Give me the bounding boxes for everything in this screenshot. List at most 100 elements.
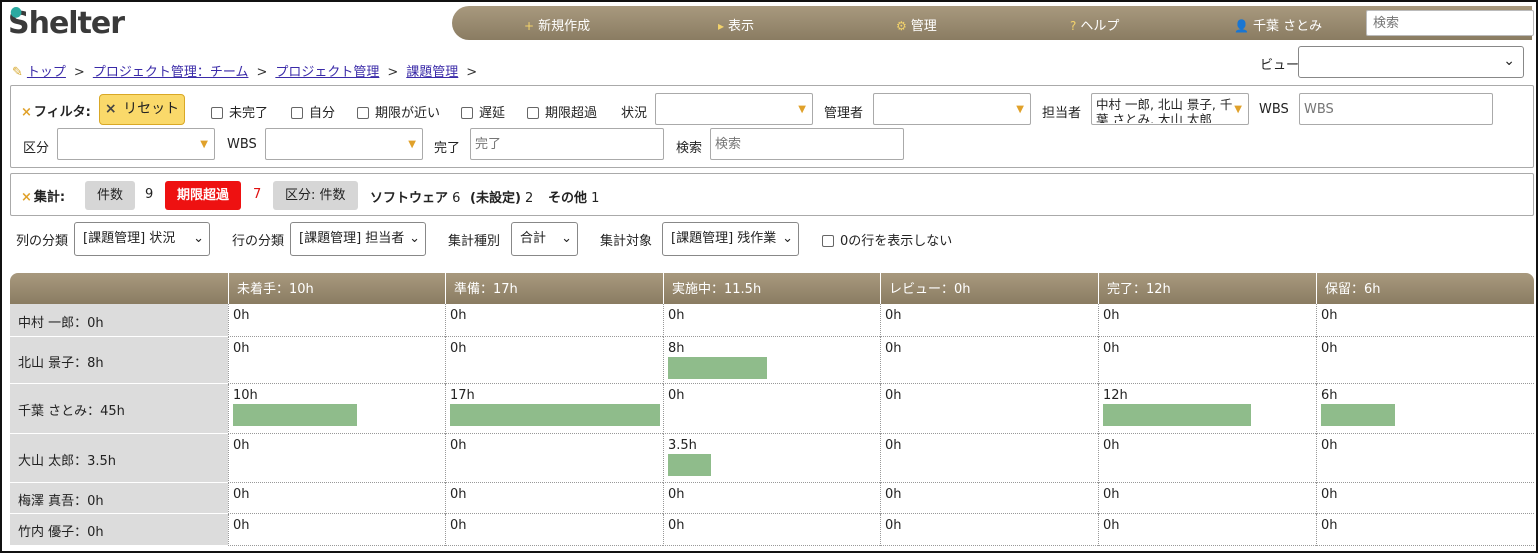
pivot-cell[interactable]: 0h bbox=[880, 514, 1098, 546]
pivot-cell[interactable]: 0h bbox=[228, 514, 445, 546]
pivot-cell[interactable]: 0h bbox=[228, 337, 445, 384]
row-header[interactable]: 梅澤 真吾：0h bbox=[10, 483, 228, 514]
pivot-cell[interactable]: 0h bbox=[663, 384, 880, 434]
manager-combo[interactable]: ▼ bbox=[873, 93, 1031, 125]
column-header[interactable]: 準備：17h bbox=[445, 273, 663, 304]
category-label: 区分 bbox=[23, 141, 50, 156]
row-header[interactable]: 中村 一郎：0h bbox=[10, 304, 228, 337]
filter-delayed-checkbox[interactable]: 遅延 bbox=[461, 102, 505, 121]
filter-mine-checkbox[interactable]: 自分 bbox=[291, 102, 335, 121]
pivot-cell[interactable]: 0h bbox=[663, 483, 880, 514]
status-combo[interactable]: ▼ bbox=[655, 93, 813, 125]
breadcrumb-issues[interactable]: 課題管理 bbox=[406, 65, 458, 80]
breadcrumb-project-team[interactable]: プロジェクト管理：チーム bbox=[93, 65, 249, 80]
column-group-select[interactable]: [課題管理] 状況 ⌄ bbox=[74, 222, 210, 256]
category-combo[interactable]: ▼ bbox=[57, 128, 215, 160]
pivot-cell[interactable]: 0h bbox=[445, 434, 663, 483]
column-header[interactable]: 保留：6h bbox=[1316, 273, 1534, 304]
cell-value: 0h bbox=[1321, 341, 1338, 356]
help-icon: ? bbox=[1070, 19, 1077, 33]
value-bar bbox=[668, 357, 767, 379]
filter-search-input[interactable] bbox=[710, 128, 904, 160]
pivot-cell[interactable]: 10h bbox=[228, 384, 445, 434]
pivot-cell[interactable]: 0h bbox=[880, 483, 1098, 514]
breadcrumb-project[interactable]: プロジェクト管理 bbox=[275, 65, 379, 80]
count-chip[interactable]: 件数 bbox=[85, 181, 136, 210]
aggregate-target-select[interactable]: [課題管理] 残作業 ⌄ bbox=[662, 222, 799, 256]
nav-new[interactable]: + 新規作成 bbox=[524, 15, 590, 34]
pivot-cell[interactable]: 0h bbox=[880, 384, 1098, 434]
pivot-cell[interactable]: 0h bbox=[1098, 483, 1316, 514]
row-header[interactable]: 北山 景子：8h bbox=[10, 337, 228, 384]
global-search-input[interactable] bbox=[1366, 10, 1534, 36]
column-header[interactable]: 完了：12h bbox=[1098, 273, 1316, 304]
pivot-cell[interactable]: 0h bbox=[663, 304, 880, 337]
column-header[interactable]: 未着手：10h bbox=[228, 273, 445, 304]
pivot-cell[interactable]: 0h bbox=[228, 483, 445, 514]
nav-admin[interactable]: ⚙ 管理 bbox=[896, 15, 937, 34]
column-header[interactable]: 実施中：11.5h bbox=[663, 273, 880, 304]
cell-value: 6h bbox=[1321, 388, 1338, 403]
view-select[interactable]: ⌄ bbox=[1298, 46, 1524, 78]
cell-value: 0h bbox=[885, 487, 902, 502]
pivot-cell[interactable]: 0h bbox=[445, 483, 663, 514]
filter-overdue-checkbox[interactable]: 期限超過 bbox=[527, 102, 597, 121]
pivot-cell[interactable]: 0h bbox=[1098, 514, 1316, 546]
pivot-cell[interactable]: 0h bbox=[880, 434, 1098, 483]
close-icon: × bbox=[104, 101, 117, 117]
row-header[interactable]: 竹内 優子：0h bbox=[10, 514, 228, 546]
pivot-cell[interactable]: 12h bbox=[1098, 384, 1316, 434]
pivot-cell[interactable]: 17h bbox=[445, 384, 663, 434]
gear-icon: ⚙ bbox=[896, 19, 907, 33]
collapse-icon[interactable]: × bbox=[21, 105, 32, 120]
row-group-label: 行の分類 bbox=[232, 234, 285, 249]
pivot-cell[interactable]: 0h bbox=[880, 337, 1098, 384]
collapse-icon[interactable]: × bbox=[21, 190, 32, 205]
breadcrumb: ✎ トップ > プロジェクト管理：チーム > プロジェクト管理 > 課題管理 > bbox=[12, 65, 478, 80]
cell-value: 0h bbox=[885, 438, 902, 453]
pivot-cell[interactable]: 0h bbox=[1098, 337, 1316, 384]
value-bar bbox=[1321, 404, 1395, 426]
pivot-cell[interactable]: 0h bbox=[445, 337, 663, 384]
overdue-chip[interactable]: 期限超過 bbox=[165, 181, 242, 210]
aggregate-type-select[interactable]: 合計 ⌄ bbox=[511, 222, 578, 256]
pivot-header: 未着手：10h 準備：17h 実施中：11.5h レビュー：0h 完了：12h 保留：6h bbox=[10, 273, 1534, 304]
pivot-cell[interactable]: 0h bbox=[1316, 514, 1534, 546]
pivot-cell[interactable]: 0h bbox=[228, 434, 445, 483]
pivot-cell[interactable]: 0h bbox=[1098, 304, 1316, 337]
nav-user[interactable]: 👤 千葉 さとみ bbox=[1234, 15, 1322, 34]
wbs-input[interactable] bbox=[1299, 93, 1493, 125]
category-count-chip[interactable]: 区分: 件数 bbox=[273, 181, 358, 210]
summary-title: × 集計: bbox=[21, 190, 66, 205]
hide-zero-checkbox[interactable]: 0の行を表示しない bbox=[822, 230, 952, 249]
pivot-cell[interactable]: 8h bbox=[663, 337, 880, 384]
pivot-cell[interactable]: 0h bbox=[1316, 434, 1534, 483]
pivot-cell[interactable]: 0h bbox=[1316, 337, 1534, 384]
pivot-cell[interactable]: 0h bbox=[1316, 304, 1534, 337]
wbs-combo[interactable]: ▼ bbox=[265, 128, 423, 160]
done-input[interactable] bbox=[470, 128, 664, 160]
row-header[interactable]: 千葉 さとみ：45h bbox=[10, 384, 228, 434]
row-header[interactable]: 大山 太郎：3.5h bbox=[10, 434, 228, 483]
assignee-combo[interactable]: 中村 一郎, 北山 景子, 千葉 さとみ, 大山 太郎 ▼ bbox=[1091, 93, 1249, 125]
cell-value: 3.5h bbox=[668, 438, 697, 453]
pivot-cell[interactable]: 0h bbox=[445, 304, 663, 337]
pivot-cell[interactable]: 0h bbox=[880, 304, 1098, 337]
app-logo[interactable]: ● Shelter bbox=[8, 4, 125, 41]
nav-help[interactable]: ? ヘルプ bbox=[1070, 15, 1119, 34]
pivot-cell[interactable]: 6h bbox=[1316, 384, 1534, 434]
nav-view[interactable]: ▸ 表示 bbox=[718, 15, 754, 34]
pivot-cell[interactable]: 0h bbox=[445, 514, 663, 546]
pivot-cell[interactable]: 0h bbox=[663, 514, 880, 546]
cell-value: 0h bbox=[1103, 341, 1120, 356]
pivot-cell[interactable]: 3.5h bbox=[663, 434, 880, 483]
filter-due-soon-checkbox[interactable]: 期限が近い bbox=[357, 102, 440, 121]
pivot-cell[interactable]: 0h bbox=[1098, 434, 1316, 483]
breadcrumb-top[interactable]: トップ bbox=[27, 65, 66, 80]
row-group-select[interactable]: [課題管理] 担当者 ⌄ bbox=[290, 222, 426, 256]
column-header[interactable]: レビュー：0h bbox=[880, 273, 1098, 304]
pivot-cell[interactable]: 0h bbox=[1316, 483, 1534, 514]
reset-button[interactable]: × リセット bbox=[99, 94, 185, 125]
filter-incomplete-checkbox[interactable]: 未完了 bbox=[211, 102, 268, 121]
pivot-cell[interactable]: 0h bbox=[228, 304, 445, 337]
